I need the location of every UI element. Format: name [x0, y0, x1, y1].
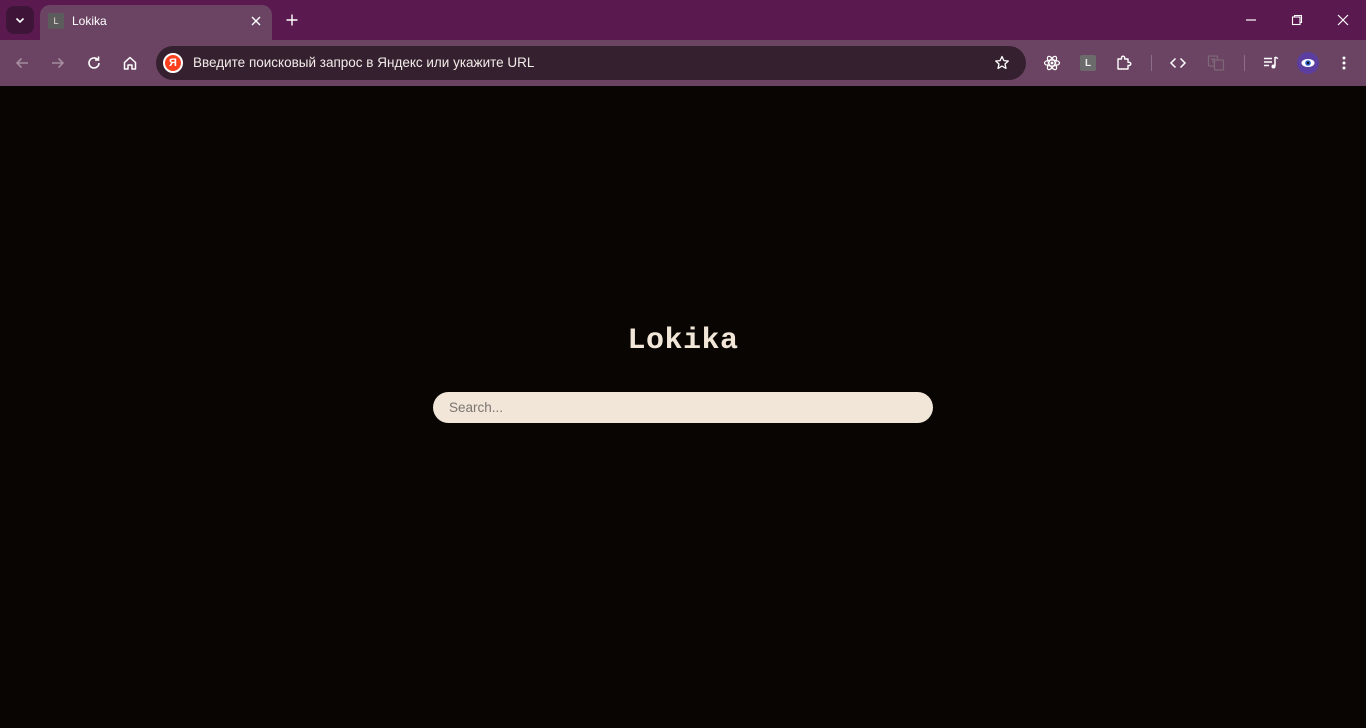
puzzle-icon — [1115, 54, 1133, 72]
page-content: Lokika — [0, 86, 1366, 728]
tab-favicon: L — [48, 13, 64, 29]
chevron-down-icon — [14, 14, 26, 26]
l-extension-icon: L — [1080, 55, 1096, 71]
media-icon — [1262, 54, 1280, 72]
translate-button[interactable] — [1202, 49, 1230, 77]
code-icon — [1169, 54, 1187, 72]
profile-button[interactable] — [1294, 49, 1322, 77]
menu-icon — [1336, 55, 1352, 71]
reload-button[interactable] — [80, 49, 108, 77]
react-devtools-extension[interactable] — [1038, 49, 1066, 77]
search-input[interactable] — [433, 392, 933, 423]
restore-button[interactable] — [1281, 6, 1313, 34]
avatar — [1297, 52, 1319, 74]
address-bar-text[interactable]: Введите поисковый запрос в Яндекс или ук… — [193, 55, 534, 70]
back-button[interactable] — [8, 49, 36, 77]
forward-button[interactable] — [44, 49, 72, 77]
close-icon — [1337, 14, 1349, 26]
browser-menu-button[interactable] — [1330, 49, 1358, 77]
new-tab-button[interactable] — [280, 8, 304, 32]
media-control-button[interactable] — [1257, 49, 1285, 77]
code-extension-button[interactable] — [1164, 49, 1192, 77]
address-bar[interactable]: Я Введите поисковый запрос в Яндекс или … — [156, 46, 1026, 80]
browser-toolbar: Я Введите поисковый запрос в Яндекс или … — [0, 40, 1366, 86]
back-icon — [14, 55, 30, 71]
home-button[interactable] — [116, 49, 144, 77]
close-window-button[interactable] — [1327, 6, 1359, 34]
toolbar-divider — [1244, 55, 1245, 71]
tab-list-button[interactable] — [6, 6, 34, 34]
close-icon[interactable] — [248, 13, 264, 29]
site-title: Lokika — [627, 324, 739, 358]
translate-icon — [1207, 54, 1225, 72]
minimize-button[interactable] — [1235, 6, 1267, 34]
minimize-icon — [1245, 14, 1257, 26]
star-icon[interactable] — [992, 53, 1012, 73]
tab-lokika[interactable]: L Lokika — [40, 5, 272, 40]
tab-title: Lokika — [72, 14, 107, 28]
toolbar-divider — [1151, 55, 1152, 71]
l-extension-button[interactable]: L — [1074, 49, 1102, 77]
home-icon — [122, 55, 138, 71]
react-icon — [1043, 54, 1061, 72]
reload-icon — [86, 55, 102, 71]
yandex-logo-icon: Я — [163, 53, 183, 73]
plus-icon — [286, 14, 298, 26]
extensions-button[interactable] — [1110, 49, 1138, 77]
forward-icon — [50, 55, 66, 71]
tab-strip: L Lokika — [0, 0, 1366, 40]
restore-icon — [1291, 14, 1303, 26]
